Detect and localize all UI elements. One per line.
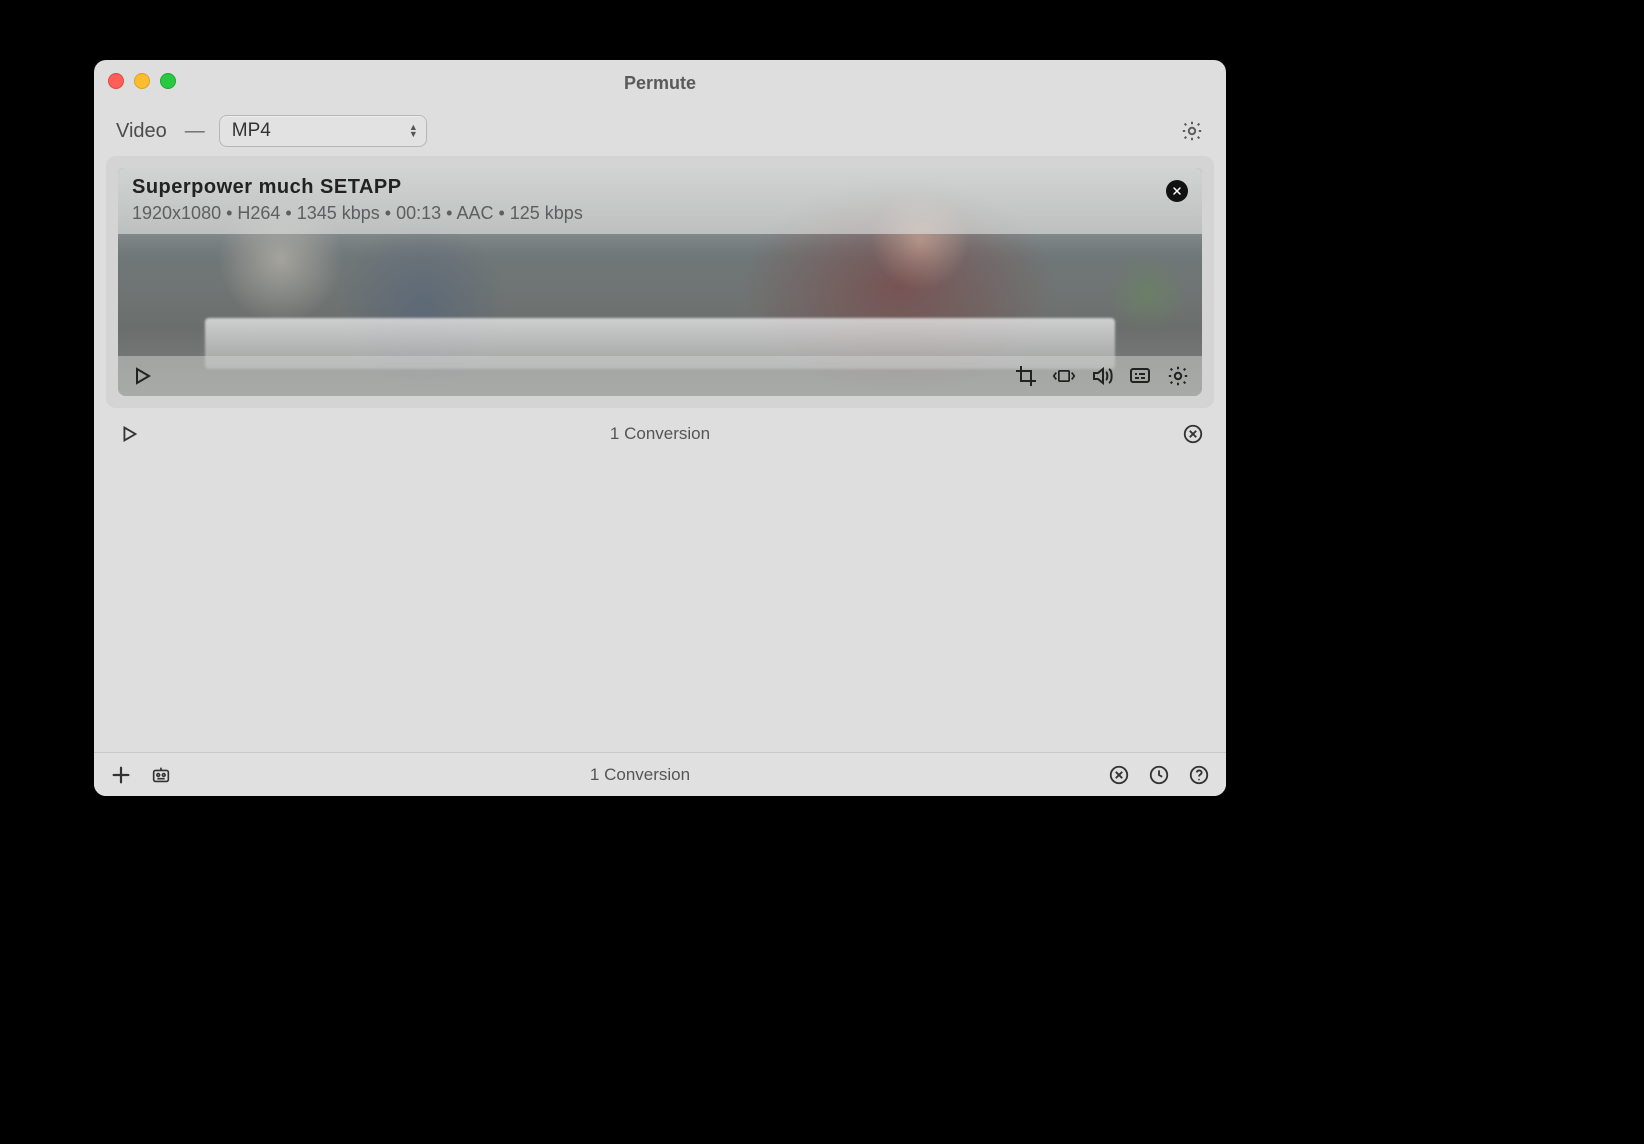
- start-conversion-button[interactable]: [118, 423, 140, 445]
- trim-button[interactable]: [1052, 364, 1076, 388]
- gear-icon: [1166, 364, 1190, 388]
- format-selected-value: MP4: [232, 120, 271, 142]
- preview-play-button[interactable]: [130, 364, 154, 388]
- video-metadata: 1920x1080 • H264 • 1345 kbps • 00:13 • A…: [132, 203, 1188, 224]
- status-text: 1 Conversion: [610, 424, 710, 444]
- bottom-bar: 1 Conversion: [94, 752, 1226, 796]
- trim-icon: [1052, 364, 1076, 388]
- video-tools: [1014, 364, 1190, 388]
- remove-video-button[interactable]: [1166, 180, 1188, 202]
- toolbar: Video — MP4 ▲▼: [94, 106, 1226, 156]
- schedule-button[interactable]: [1148, 764, 1170, 786]
- crop-icon: [1014, 364, 1038, 388]
- plus-icon: [110, 764, 132, 786]
- app-window: Permute Video — MP4 ▲▼ Superpower much S…: [94, 60, 1226, 796]
- add-file-button[interactable]: [110, 764, 132, 786]
- video-card[interactable]: Superpower much SETAPP 1920x1080 • H264 …: [118, 168, 1202, 396]
- titlebar: Permute: [94, 60, 1226, 106]
- circle-x-icon: [1108, 764, 1130, 786]
- clear-all-button[interactable]: [1108, 764, 1130, 786]
- circle-x-icon: [1182, 423, 1204, 445]
- play-icon: [130, 364, 154, 388]
- minimize-window-button[interactable]: [134, 73, 150, 89]
- gear-icon: [1180, 119, 1204, 143]
- preset-settings-button[interactable]: [1180, 119, 1204, 143]
- speaker-icon: [1090, 364, 1114, 388]
- close-icon: [1171, 185, 1183, 197]
- bottom-status-text: 1 Conversion: [190, 765, 1090, 785]
- video-title: Superpower much SETAPP: [132, 176, 1188, 199]
- volume-button[interactable]: [1090, 364, 1114, 388]
- crop-button[interactable]: [1014, 364, 1038, 388]
- window-controls: [108, 73, 176, 89]
- play-icon: [118, 423, 140, 445]
- zoom-window-button[interactable]: [160, 73, 176, 89]
- presets-button[interactable]: [150, 764, 172, 786]
- subtitles-icon: [1128, 364, 1152, 388]
- category-label: Video: [116, 120, 167, 143]
- robot-icon: [150, 764, 172, 786]
- subtitles-button[interactable]: [1128, 364, 1152, 388]
- close-window-button[interactable]: [108, 73, 124, 89]
- window-title: Permute: [624, 73, 696, 94]
- video-card-header: Superpower much SETAPP 1920x1080 • H264 …: [118, 168, 1202, 234]
- format-select[interactable]: MP4 ▲▼: [219, 115, 427, 147]
- chevron-updown-icon: ▲▼: [409, 124, 418, 138]
- separator: —: [185, 120, 205, 143]
- empty-area: [94, 456, 1226, 752]
- status-row: 1 Conversion: [94, 412, 1226, 456]
- item-settings-button[interactable]: [1166, 364, 1190, 388]
- help-icon: [1188, 764, 1210, 786]
- conversion-panel: Superpower much SETAPP 1920x1080 • H264 …: [106, 156, 1214, 408]
- help-button[interactable]: [1188, 764, 1210, 786]
- clear-list-button[interactable]: [1182, 423, 1204, 445]
- clock-icon: [1148, 764, 1170, 786]
- video-card-footer: [118, 356, 1202, 396]
